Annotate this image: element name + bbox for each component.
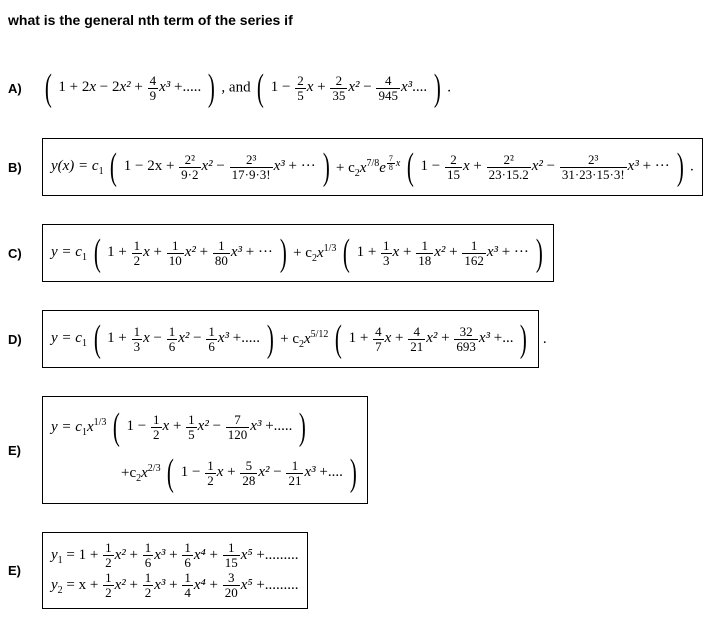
option-d-row: D) y = c1 ( 1 + 13x − 16x² − 16x³ +.....… xyxy=(8,310,701,368)
option-b-label: B) xyxy=(8,160,42,175)
option-d-dot: . xyxy=(543,331,547,348)
option-b-row: B) y(x) = c1 ( 1 − 2x + 2²9·2x² − 2³17·9… xyxy=(8,138,701,196)
option-e1-row: E) y = c1x1/3 ( 1 − 12x + 15x² − 7120x³ … xyxy=(8,396,701,504)
option-e1-label: E) xyxy=(8,443,42,458)
option-c-label: C) xyxy=(8,246,42,261)
option-c-row: C) y = c1 ( 1 + 12x + 110x² + 180x³ + ··… xyxy=(8,224,701,282)
option-a-label: A) xyxy=(8,81,42,96)
option-a-row: A) ( 1 + 2x − 2x² + 49x³ +..... ) , and … xyxy=(8,66,701,110)
option-e2-expr: y1 = 1 + 12x² + 16x³ + 16x⁴ + 115x⁵ +...… xyxy=(42,532,308,609)
option-b-expr: y(x) = c1 ( 1 − 2x + 2²9·2x² − 2³17·9·3!… xyxy=(42,138,703,196)
option-e2-row: E) y1 = 1 + 12x² + 16x³ + 16x⁴ + 115x⁵ +… xyxy=(8,532,701,609)
option-d-label: D) xyxy=(8,332,42,347)
question-title: what is the general nth term of the seri… xyxy=(8,12,701,28)
option-e2-label: E) xyxy=(8,563,42,578)
option-a-expr: ( 1 + 2x − 2x² + 49x³ +..... ) , and ( 1… xyxy=(42,66,451,110)
option-c-expr: y = c1 ( 1 + 12x + 110x² + 180x³ + ··· )… xyxy=(42,224,554,282)
option-d-expr: y = c1 ( 1 + 13x − 16x² − 16x³ +..... ) … xyxy=(42,310,539,368)
option-e1-expr: y = c1x1/3 ( 1 − 12x + 15x² − 7120x³ +..… xyxy=(42,396,368,504)
